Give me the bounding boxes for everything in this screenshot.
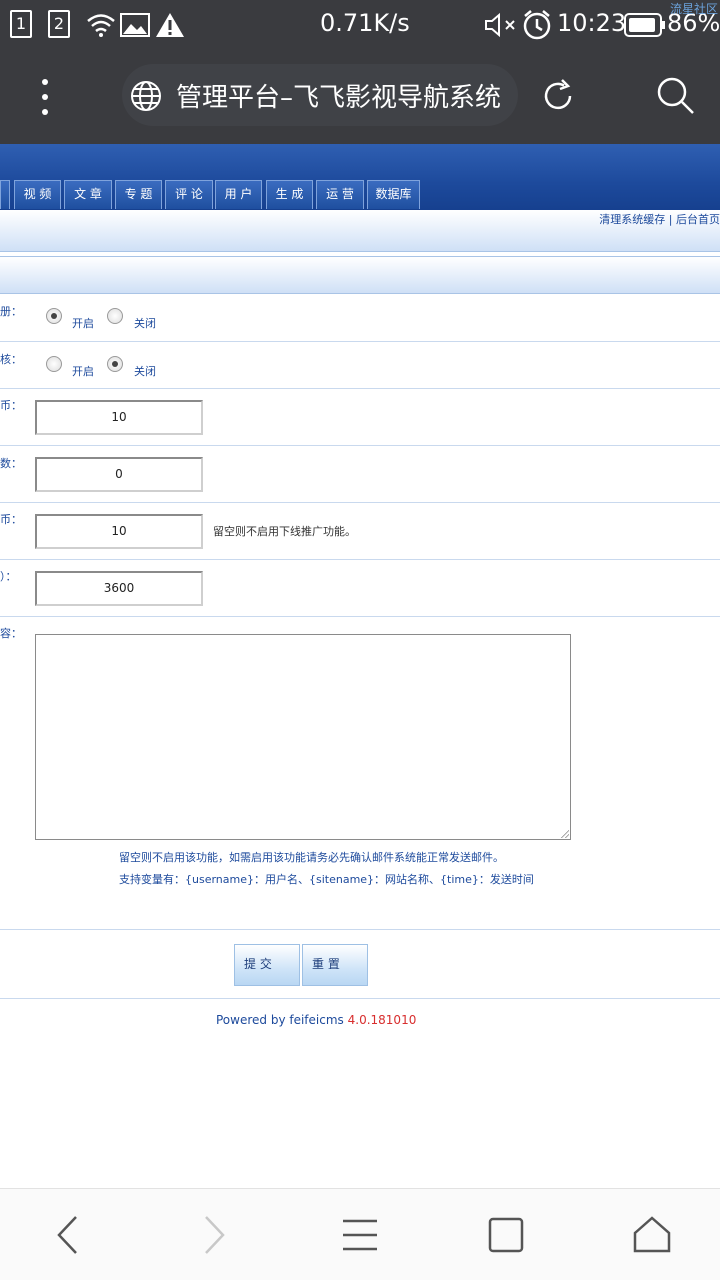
resize-grip-icon[interactable]: [561, 830, 569, 838]
field-label: 数：: [0, 457, 22, 470]
forward-icon[interactable]: [188, 1209, 240, 1261]
back-icon[interactable]: [42, 1209, 94, 1261]
powered-text[interactable]: Powered by feifeicms: [216, 1013, 344, 1027]
refresh-icon[interactable]: [540, 78, 576, 114]
mail-note: 留空则不启用该功能，如需启用该功能请务必先确认邮件系统能正常发送邮件。: [119, 851, 504, 864]
nav-tab-partial[interactable]: [0, 180, 10, 209]
field-label: ）：: [0, 570, 17, 583]
radio-register-on[interactable]: [46, 308, 62, 324]
globe-icon: [131, 81, 161, 111]
reset-button[interactable]: 重 置: [302, 944, 368, 986]
warning-icon: [156, 13, 184, 37]
menu-dots-icon[interactable]: [38, 78, 52, 116]
radio-register-off[interactable]: [107, 308, 123, 324]
sim1-number: 1: [15, 14, 27, 33]
radio-label: 开启: [72, 365, 94, 378]
field-label: 容：: [0, 627, 22, 640]
tab-comment[interactable]: 评 论: [165, 180, 213, 209]
radio-label: 关闭: [134, 365, 156, 378]
mute-icon: [485, 12, 515, 38]
row-divider: [0, 445, 720, 446]
row-divider: [0, 616, 720, 617]
clock: 10:23: [557, 9, 627, 37]
tab-database[interactable]: 数据库: [367, 180, 420, 209]
watermark: 流星社区: [669, 2, 718, 16]
variables-note: 支持变量有：{username}：用户名、{sitename}：网站名称、{ti…: [119, 873, 534, 886]
field-label: 核：: [0, 353, 22, 366]
radio-review-on[interactable]: [46, 356, 62, 372]
top-links[interactable]: 清理系统缓存 | 后台首页: [599, 211, 720, 227]
field-label: 币：: [0, 513, 22, 526]
sim1-icon: 1: [10, 10, 32, 38]
tabs-icon[interactable]: [480, 1209, 532, 1261]
status-bar: 1 2 0.71K/s 10:23 86% 流星社区: [0, 0, 720, 50]
points-input[interactable]: 10: [35, 400, 203, 435]
alarm-icon: [523, 10, 551, 40]
field-label: 币：: [0, 399, 22, 412]
row-divider: [0, 502, 720, 503]
row-divider: [0, 341, 720, 342]
count-input[interactable]: 0: [35, 457, 203, 492]
tab-topic[interactable]: 专 题: [115, 180, 162, 209]
radio-label: 开启: [72, 317, 94, 330]
battery-icon: [624, 13, 665, 37]
home-icon[interactable]: [626, 1209, 678, 1261]
search-icon[interactable]: [656, 76, 696, 116]
image-icon: [120, 13, 150, 37]
tab-generate[interactable]: 生 成: [266, 180, 313, 209]
field-label: 册：: [0, 305, 22, 318]
referral-hint: 留空则不启用下线推广功能。: [213, 525, 356, 538]
mail-content-textarea[interactable]: [35, 634, 571, 840]
powered-by: Powered by feifeicms 4.0.181010: [216, 1013, 416, 1027]
version-text: 4.0.181010: [347, 1013, 417, 1027]
network-speed: 0.71K/s: [320, 9, 410, 37]
row-divider: [0, 388, 720, 389]
section-header: [0, 256, 720, 294]
sim2-icon: 2: [48, 10, 70, 38]
tab-operation[interactable]: 运 营: [316, 180, 364, 209]
menu-icon[interactable]: [334, 1209, 386, 1261]
interval-input[interactable]: 3600: [35, 571, 203, 606]
row-divider: [0, 929, 720, 930]
tab-user[interactable]: 用 户: [215, 180, 262, 209]
row-divider: [0, 559, 720, 560]
tab-video[interactable]: 视 频: [14, 180, 61, 209]
browser-toolbar: 管理平台–飞飞影视导航系统: [0, 50, 720, 144]
tab-article[interactable]: 文 章: [64, 180, 112, 209]
sim2-number: 2: [53, 14, 65, 33]
radio-label: 关闭: [134, 317, 156, 330]
row-divider: [0, 998, 720, 999]
radio-review-off[interactable]: [107, 356, 123, 372]
page-title: 管理平台–飞飞影视导航系统: [176, 83, 502, 113]
referral-points-input[interactable]: 10: [35, 514, 203, 549]
bottom-nav: [0, 1188, 720, 1280]
wifi-icon: [87, 14, 115, 37]
submit-button[interactable]: 提 交: [234, 944, 300, 986]
